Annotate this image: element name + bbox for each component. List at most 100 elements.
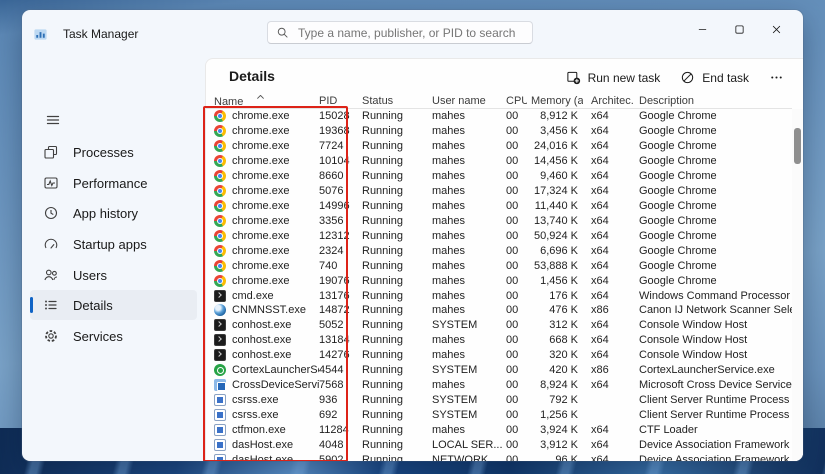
cell-user: SYSTEM bbox=[432, 409, 503, 421]
table-row[interactable]: chrome.exe3356Runningmahes0013,740 Kx64G… bbox=[206, 213, 792, 228]
cell-user: mahes bbox=[432, 140, 503, 152]
column-header-user[interactable]: User name bbox=[432, 95, 503, 108]
table-row[interactable]: CNMNSST.exe14872Runningmahes00476 Kx86Ca… bbox=[206, 303, 792, 318]
crossdevice-process-icon bbox=[214, 379, 226, 391]
cell-memory: 3,924 K bbox=[527, 424, 583, 436]
cell-status: Running bbox=[362, 439, 432, 451]
cell-cpu: 00 bbox=[503, 379, 527, 391]
cell-user: SYSTEM bbox=[432, 319, 503, 331]
sidebar-item-performance[interactable]: Performance bbox=[30, 168, 197, 198]
cell-cpu: 00 bbox=[503, 364, 527, 376]
cell-cpu: 00 bbox=[503, 319, 527, 331]
cell-arch: x64 bbox=[583, 155, 633, 167]
column-header-arch[interactable]: Architec... bbox=[583, 95, 633, 108]
table-header: NamePIDStatusUser nameCPU Memory (ac...Ar… bbox=[206, 95, 792, 109]
close-button[interactable] bbox=[758, 15, 795, 43]
titlebar[interactable]: Task Manager bbox=[22, 10, 803, 58]
cell-pid: 13176 bbox=[319, 290, 362, 302]
cell-cpu: 00 bbox=[503, 424, 527, 436]
cell-status: Running bbox=[362, 319, 432, 331]
process-name-cell: chrome.exe bbox=[206, 185, 319, 197]
cell-desc: Device Association Framework Provi... bbox=[633, 439, 792, 451]
column-header-status[interactable]: Status bbox=[362, 95, 432, 108]
sort-ascending-icon bbox=[256, 95, 265, 100]
table-row[interactable]: chrome.exe19076Runningmahes001,456 Kx64G… bbox=[206, 273, 792, 288]
table-row[interactable]: dasHost.exe5902RunningNETWORK...0096 Kx6… bbox=[206, 452, 792, 461]
sidebar-item-processes[interactable]: Processes bbox=[30, 137, 197, 167]
table-row[interactable]: csrss.exe936RunningSYSTEM00792 KClient S… bbox=[206, 393, 792, 408]
cell-arch: x64 bbox=[583, 424, 633, 436]
scrollbar-thumb[interactable] bbox=[794, 128, 801, 164]
window-process-icon bbox=[214, 424, 226, 436]
table-row[interactable]: dasHost.exe4048RunningLOCAL SER...003,91… bbox=[206, 437, 792, 452]
column-header-memory[interactable]: Memory (ac... bbox=[527, 95, 583, 108]
table-row[interactable]: CrossDeviceService.exe7568Runningmahes00… bbox=[206, 378, 792, 393]
table-row[interactable]: chrome.exe8660Runningmahes009,460 Kx64Go… bbox=[206, 169, 792, 184]
table-row[interactable]: chrome.exe14996Runningmahes0011,440 Kx64… bbox=[206, 199, 792, 214]
performance-icon bbox=[43, 175, 59, 191]
column-header-name[interactable]: Name bbox=[206, 95, 319, 108]
table-row[interactable]: csrss.exe692RunningSYSTEM001,256 KClient… bbox=[206, 407, 792, 422]
cell-arch: x64 bbox=[583, 334, 633, 346]
cell-status: Running bbox=[362, 230, 432, 242]
cell-status: Running bbox=[362, 349, 432, 361]
table-row[interactable]: chrome.exe19368Runningmahes003,456 Kx64G… bbox=[206, 124, 792, 139]
cell-cpu: 00 bbox=[503, 110, 527, 122]
search-box[interactable] bbox=[267, 21, 533, 44]
menu-button[interactable] bbox=[30, 105, 197, 135]
table-row[interactable]: chrome.exe5076Runningmahes0017,324 Kx64G… bbox=[206, 184, 792, 199]
process-name-cell: cmd.exe bbox=[206, 290, 319, 302]
table-row[interactable]: chrome.exe12312Runningmahes0050,924 Kx64… bbox=[206, 228, 792, 243]
vertical-scrollbar[interactable] bbox=[792, 109, 803, 461]
sidebar-item-users[interactable]: Users bbox=[30, 260, 197, 290]
chrome-process-icon bbox=[214, 185, 226, 197]
process-name-cell: dasHost.exe bbox=[206, 439, 319, 451]
table-row[interactable]: cmd.exe13176Runningmahes00176 Kx64Window… bbox=[206, 288, 792, 303]
cell-memory: 8,912 K bbox=[527, 110, 583, 122]
sidebar-item-details[interactable]: Details bbox=[30, 290, 197, 320]
column-label: Memory (ac... bbox=[531, 95, 583, 107]
cell-cpu: 00 bbox=[503, 394, 527, 406]
table-row[interactable]: CortexLauncherServic...4544RunningSYSTEM… bbox=[206, 363, 792, 378]
sidebar-item-app-history[interactable]: App history bbox=[30, 198, 197, 228]
process-name: chrome.exe bbox=[232, 125, 289, 137]
more-options-button[interactable] bbox=[760, 64, 793, 91]
cell-cpu: 00 bbox=[503, 409, 527, 421]
table-row[interactable]: conhost.exe14276Runningmahes00320 Kx64Co… bbox=[206, 348, 792, 363]
table-row[interactable]: conhost.exe13184Runningmahes00668 Kx64Co… bbox=[206, 333, 792, 348]
table-row[interactable]: chrome.exe7724Runningmahes0024,016 Kx64G… bbox=[206, 139, 792, 154]
table-row[interactable]: ctfmon.exe11284Runningmahes003,924 Kx64C… bbox=[206, 422, 792, 437]
cell-arch: x64 bbox=[583, 275, 633, 287]
minimize-button[interactable] bbox=[684, 15, 721, 43]
process-name-cell: chrome.exe bbox=[206, 170, 319, 182]
table-row[interactable]: chrome.exe10104Runningmahes0014,456 Kx64… bbox=[206, 154, 792, 169]
end-task-button[interactable]: End task bbox=[671, 64, 758, 91]
process-name-cell: chrome.exe bbox=[206, 200, 319, 212]
cell-status: Running bbox=[362, 424, 432, 436]
cell-memory: 320 K bbox=[527, 349, 583, 361]
cell-memory: 3,456 K bbox=[527, 125, 583, 137]
cell-cpu: 00 bbox=[503, 304, 527, 316]
table-row[interactable]: chrome.exe15028Runningmahes008,912 Kx64G… bbox=[206, 109, 792, 124]
process-name-cell: CNMNSST.exe bbox=[206, 304, 319, 316]
table-row[interactable]: conhost.exe5052RunningSYSTEM00312 Kx64Co… bbox=[206, 318, 792, 333]
table-row[interactable]: chrome.exe740Runningmahes0053,888 Kx64Go… bbox=[206, 258, 792, 273]
cell-status: Running bbox=[362, 379, 432, 391]
cell-memory: 9,460 K bbox=[527, 170, 583, 182]
chrome-process-icon bbox=[214, 170, 226, 182]
sidebar-item-services[interactable]: Services bbox=[30, 321, 197, 351]
column-header-pid[interactable]: PID bbox=[319, 95, 362, 108]
cell-desc: Google Chrome bbox=[633, 140, 792, 152]
maximize-button[interactable] bbox=[721, 15, 758, 43]
run-new-task-button[interactable]: Run new task bbox=[557, 64, 670, 91]
column-header-cpu[interactable]: CPU bbox=[503, 95, 527, 108]
cell-user: SYSTEM bbox=[432, 364, 503, 376]
sidebar-item-startup-apps[interactable]: Startup apps bbox=[30, 229, 197, 259]
cell-desc: Google Chrome bbox=[633, 245, 792, 257]
cell-user: mahes bbox=[432, 170, 503, 182]
column-header-desc[interactable]: Description bbox=[633, 95, 792, 108]
cell-status: Running bbox=[362, 215, 432, 227]
table-row[interactable]: chrome.exe2324Runningmahes006,696 Kx64Go… bbox=[206, 243, 792, 258]
search-input[interactable] bbox=[296, 25, 524, 41]
cell-desc: Google Chrome bbox=[633, 200, 792, 212]
